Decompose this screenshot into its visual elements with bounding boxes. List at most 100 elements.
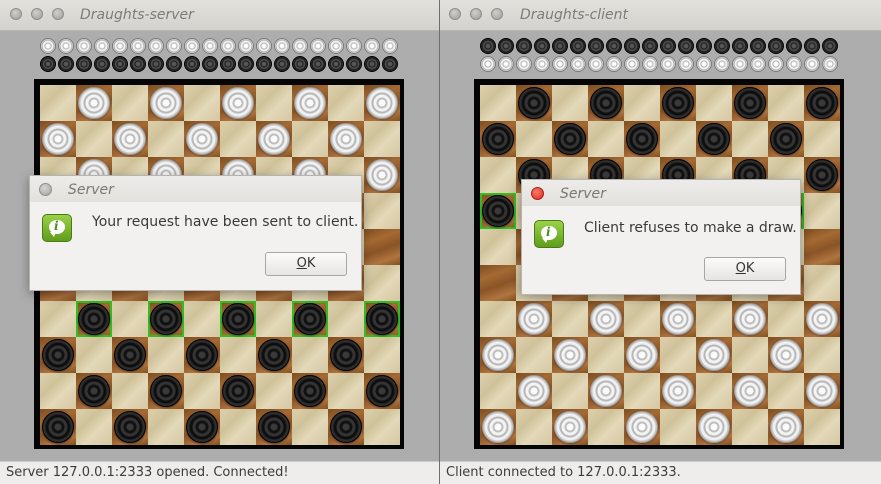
board-square[interactable] — [328, 85, 364, 121]
board-square[interactable] — [184, 121, 220, 157]
board-square[interactable] — [292, 121, 328, 157]
white-piece[interactable] — [770, 339, 802, 371]
board-square[interactable] — [552, 301, 588, 337]
close-window-icon[interactable] — [449, 8, 461, 20]
white-piece[interactable] — [734, 303, 766, 335]
board-square[interactable] — [732, 301, 768, 337]
board-square[interactable] — [804, 337, 840, 373]
board-square[interactable] — [40, 409, 76, 445]
board-square[interactable] — [364, 229, 400, 265]
board-square[interactable] — [112, 301, 148, 337]
ok-button[interactable]: OK — [704, 257, 786, 281]
board-square[interactable] — [696, 409, 732, 445]
board-square[interactable] — [76, 337, 112, 373]
board-square[interactable] — [732, 337, 768, 373]
minimize-window-icon[interactable] — [31, 8, 43, 20]
board-square[interactable] — [480, 157, 516, 193]
black-piece[interactable] — [114, 411, 146, 443]
black-piece[interactable] — [42, 339, 74, 371]
board-square[interactable] — [112, 373, 148, 409]
board-square[interactable] — [516, 337, 552, 373]
board-square[interactable] — [480, 373, 516, 409]
board-square[interactable] — [184, 373, 220, 409]
black-piece[interactable] — [330, 339, 362, 371]
white-piece[interactable] — [662, 303, 694, 335]
board-square[interactable] — [660, 121, 696, 157]
board-square[interactable] — [624, 409, 660, 445]
board-square[interactable] — [696, 85, 732, 121]
dialog-close-icon[interactable] — [531, 187, 544, 200]
board-square[interactable] — [624, 337, 660, 373]
black-piece[interactable] — [258, 339, 290, 371]
close-window-icon[interactable] — [10, 8, 22, 20]
white-piece[interactable] — [518, 303, 550, 335]
board-square[interactable] — [660, 409, 696, 445]
board-square[interactable] — [364, 157, 400, 193]
board-square[interactable] — [256, 121, 292, 157]
board-square[interactable] — [768, 409, 804, 445]
black-piece[interactable] — [186, 339, 218, 371]
board-square[interactable] — [660, 85, 696, 121]
white-piece[interactable] — [626, 339, 658, 371]
black-piece[interactable] — [482, 123, 514, 155]
board-square[interactable] — [732, 121, 768, 157]
board-square[interactable] — [256, 337, 292, 373]
board-square[interactable] — [328, 301, 364, 337]
board-square[interactable] — [804, 229, 840, 265]
black-piece[interactable] — [294, 375, 326, 407]
board-square[interactable] — [256, 373, 292, 409]
board-square[interactable] — [148, 85, 184, 121]
board-square[interactable] — [112, 121, 148, 157]
board-square[interactable] — [292, 409, 328, 445]
white-piece[interactable] — [482, 339, 514, 371]
board-square[interactable] — [552, 85, 588, 121]
board-square[interactable] — [76, 121, 112, 157]
black-piece[interactable] — [330, 411, 362, 443]
board-square[interactable] — [804, 121, 840, 157]
black-piece[interactable] — [150, 303, 182, 335]
board-square[interactable] — [624, 373, 660, 409]
board-square[interactable] — [184, 301, 220, 337]
black-piece[interactable] — [186, 411, 218, 443]
board-square[interactable] — [148, 409, 184, 445]
board-square[interactable] — [660, 301, 696, 337]
white-piece[interactable] — [258, 123, 290, 155]
white-piece[interactable] — [42, 123, 74, 155]
board-square[interactable] — [40, 85, 76, 121]
board-square[interactable] — [588, 409, 624, 445]
black-piece[interactable] — [806, 87, 838, 119]
white-piece[interactable] — [554, 339, 586, 371]
board-square[interactable] — [364, 301, 400, 337]
board-square[interactable] — [696, 301, 732, 337]
black-piece[interactable] — [482, 195, 514, 227]
board-square[interactable] — [660, 373, 696, 409]
minimize-window-icon[interactable] — [470, 8, 482, 20]
white-piece[interactable] — [806, 303, 838, 335]
board-square[interactable] — [480, 193, 516, 229]
black-piece[interactable] — [294, 303, 326, 335]
board-square[interactable] — [552, 373, 588, 409]
board-square[interactable] — [220, 337, 256, 373]
white-piece[interactable] — [626, 411, 658, 443]
maximize-window-icon[interactable] — [52, 8, 64, 20]
board-square[interactable] — [552, 121, 588, 157]
board-square[interactable] — [40, 337, 76, 373]
black-piece[interactable] — [554, 123, 586, 155]
board-square[interactable] — [364, 265, 400, 301]
board-square[interactable] — [768, 301, 804, 337]
board-square[interactable] — [516, 409, 552, 445]
black-piece[interactable] — [698, 123, 730, 155]
white-piece[interactable] — [222, 87, 254, 119]
board-square[interactable] — [516, 85, 552, 121]
white-piece[interactable] — [554, 411, 586, 443]
board-square[interactable] — [480, 409, 516, 445]
board-square[interactable] — [480, 265, 516, 301]
board-square[interactable] — [696, 337, 732, 373]
board-square[interactable] — [328, 121, 364, 157]
board-square[interactable] — [76, 85, 112, 121]
black-piece[interactable] — [518, 87, 550, 119]
white-piece[interactable] — [590, 375, 622, 407]
board-square[interactable] — [220, 121, 256, 157]
board-square[interactable] — [40, 373, 76, 409]
black-piece[interactable] — [222, 303, 254, 335]
